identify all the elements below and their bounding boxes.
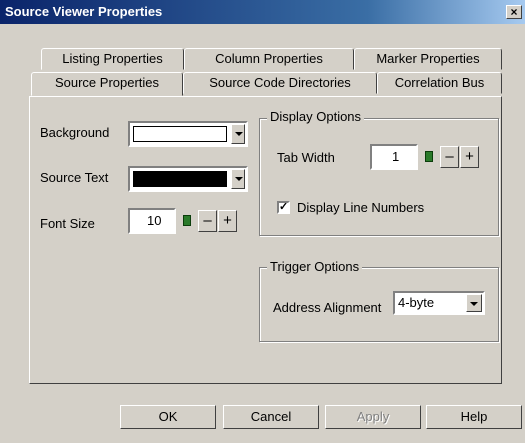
chevron-down-icon[interactable]	[231, 124, 245, 144]
tab-label: Source Properties	[54, 75, 160, 90]
tab-column-properties[interactable]: Column Properties	[184, 48, 354, 70]
address-alignment-select[interactable]: 4-byte	[393, 291, 485, 315]
tab-correlation-bus[interactable]: Correlation Bus	[377, 72, 502, 94]
display-options-group	[259, 118, 499, 236]
minus-icon: –	[203, 212, 212, 229]
apply-button[interactable]: Apply	[325, 405, 421, 429]
source-text-color-picker[interactable]	[128, 166, 248, 192]
ok-button[interactable]: OK	[120, 405, 216, 429]
address-alignment-label: Address Alignment	[273, 300, 382, 315]
background-color-picker[interactable]	[128, 121, 248, 147]
close-icon: ×	[510, 5, 518, 19]
tab-width-decrement-button[interactable]: –	[440, 146, 459, 168]
tab-width-input[interactable]: 1	[370, 144, 418, 170]
address-alignment-value: 4-byte	[398, 295, 435, 310]
calculator-icon[interactable]	[419, 146, 439, 168]
chevron-down-icon[interactable]	[466, 294, 482, 312]
tab-source-code-directories[interactable]: Source Code Directories	[183, 72, 377, 94]
source-text-swatch	[133, 171, 227, 187]
tab-label: Source Code Directories	[209, 75, 351, 90]
plus-icon: +	[465, 148, 474, 165]
tab-width-value: 1	[392, 149, 400, 164]
checkmark-icon: ✓	[279, 201, 289, 213]
tab-label: Correlation Bus	[394, 75, 485, 90]
tab-marker-properties[interactable]: Marker Properties	[354, 48, 502, 70]
source-text-label: Source Text	[40, 170, 109, 185]
tab-label: Listing Properties	[62, 51, 163, 66]
tab-label: Column Properties	[215, 51, 323, 66]
apply-label: Apply	[356, 409, 390, 424]
ok-label: OK	[158, 409, 178, 424]
calculator-glyph	[425, 151, 433, 162]
tab-width-label: Tab Width	[277, 150, 335, 165]
trigger-options-title: Trigger Options	[267, 259, 363, 274]
chevron-down-icon[interactable]	[231, 169, 245, 189]
display-options-title: Display Options	[267, 109, 365, 124]
calculator-icon[interactable]	[177, 210, 197, 232]
help-button[interactable]: Help	[426, 405, 522, 429]
font-size-value: 10	[147, 213, 162, 228]
cancel-button[interactable]: Cancel	[223, 405, 319, 429]
tab-listing-properties[interactable]: Listing Properties	[41, 48, 184, 70]
background-swatch	[133, 126, 227, 142]
minus-icon: –	[445, 148, 454, 165]
background-label: Background	[40, 125, 110, 140]
tab-label: Marker Properties	[376, 51, 480, 66]
calculator-glyph	[183, 215, 191, 226]
display-line-numbers-checkbox[interactable]: ✓	[277, 201, 290, 214]
font-size-label: Font Size	[40, 216, 95, 231]
close-button[interactable]: ×	[506, 5, 522, 19]
cancel-label: Cancel	[250, 409, 292, 424]
tab-width-increment-button[interactable]: +	[460, 146, 479, 168]
font-size-input[interactable]: 10	[128, 208, 176, 234]
help-label: Help	[460, 409, 488, 424]
plus-icon: +	[223, 212, 232, 229]
font-size-increment-button[interactable]: +	[218, 210, 237, 232]
window-title: Source Viewer Properties	[5, 4, 163, 19]
display-line-numbers-label: Display Line Numbers	[297, 200, 425, 215]
font-size-decrement-button[interactable]: –	[198, 210, 217, 232]
tab-source-properties[interactable]: Source Properties	[31, 72, 183, 96]
